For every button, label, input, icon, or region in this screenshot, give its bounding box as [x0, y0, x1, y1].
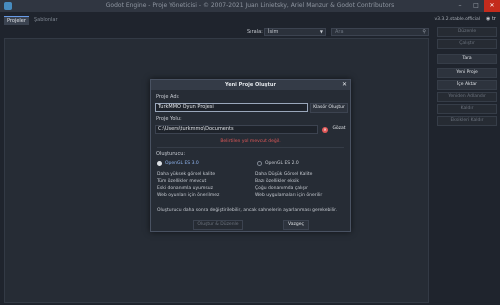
renderer-note: Oluşturucu daha sonra değiştirilebilir, … — [157, 208, 337, 213]
gles3-feature: Daha yüksek görsel kalite — [157, 172, 216, 177]
window-title: Godot Engine - Proje Yöneticisi - © 2007… — [105, 2, 395, 9]
project-path-label: Proje Yolu: — [156, 116, 182, 122]
project-path-input[interactable]: C:\Users\turkmmo\Documents — [155, 125, 318, 134]
renderer-gles3-label[interactable]: OpenGL ES 3.0 — [165, 161, 199, 166]
error-icon: ✕ — [322, 127, 328, 133]
search-placeholder: Ara — [335, 29, 344, 35]
close-icon[interactable]: ✕ — [484, 0, 500, 12]
sort-select[interactable]: İsim ▼ — [264, 28, 326, 36]
version-label: v3.3.2.stable.official — [434, 17, 480, 22]
search-input[interactable]: Ara ⚲ — [331, 28, 429, 36]
create-edit-button[interactable]: Oluştur & Düzenle — [193, 220, 243, 230]
gles2-feature: Web uygulamaları için önerilir — [255, 193, 323, 198]
new-project-dialog: Yeni Proje Oluştur ✕ Proje Adı: TurkMMO … — [150, 79, 351, 232]
renderer-gles2-label[interactable]: OpenGL ES 2.0 — [265, 161, 299, 166]
language-select[interactable]: ◉ tr — [486, 16, 496, 22]
browse-button[interactable]: Gözat — [330, 125, 348, 135]
project-name-label: Proje Adı: — [156, 94, 180, 100]
gles3-feature: Eski donanımla uyumsuz — [157, 186, 213, 191]
run-button[interactable]: Çalıştır — [437, 39, 497, 49]
edit-button[interactable]: Düzenle — [437, 27, 497, 37]
language-label: tr — [491, 16, 496, 22]
close-icon[interactable]: ✕ — [342, 80, 347, 90]
divider — [157, 147, 344, 148]
tab-projects[interactable]: Projeler — [4, 16, 29, 25]
gles3-feature: Web oyunları için önerilmez — [157, 193, 220, 198]
renderer-label: Oluşturucu: — [156, 151, 186, 157]
sort-value: İsim — [268, 29, 279, 35]
gles2-feature: Daha Düşük Görsel Kalite — [255, 172, 313, 177]
remove-missing-button[interactable]: Eksikleri Kaldır — [437, 116, 497, 126]
gles3-feature: Tüm özellikler mevcut — [157, 179, 207, 184]
gles2-feature: Çoğu donanımda çalışır — [255, 186, 308, 191]
remove-button[interactable]: Kaldır — [437, 104, 497, 114]
cancel-button[interactable]: Vazgeç — [283, 220, 309, 230]
renderer-gles3-radio[interactable] — [157, 161, 162, 166]
dialog-title: Yeni Proje Oluştur — [151, 80, 350, 90]
import-button[interactable]: İçe Aktar — [437, 80, 497, 90]
title-bar: Godot Engine - Proje Yöneticisi - © 2007… — [0, 0, 500, 12]
search-icon: ⚲ — [422, 29, 426, 35]
maximize-icon[interactable]: □ — [468, 0, 484, 12]
create-folder-button[interactable]: Klasör Oluştur — [310, 103, 348, 113]
sort-label: Sırala: — [247, 29, 263, 35]
tab-templates[interactable]: Şablonlar — [31, 16, 61, 25]
top-bar: Projeler Şablonlar v3.3.2.stable.officia… — [0, 12, 500, 26]
globe-icon: ◉ — [486, 16, 491, 22]
scan-button[interactable]: Tara — [437, 54, 497, 64]
new-project-button[interactable]: Yeni Proje — [437, 68, 497, 78]
project-name-input[interactable]: TurkMMO Oyun Projesi — [155, 103, 308, 112]
minimize-icon[interactable]: – — [452, 0, 468, 12]
path-error-message: Belirtilen yol mevcut değil. — [220, 139, 281, 144]
chevron-down-icon: ▼ — [319, 29, 323, 34]
rename-button[interactable]: Yeniden Adlandır — [437, 92, 497, 102]
renderer-gles2-radio[interactable] — [257, 161, 262, 166]
gles2-feature: Bazı özellikler eksik — [255, 179, 300, 184]
